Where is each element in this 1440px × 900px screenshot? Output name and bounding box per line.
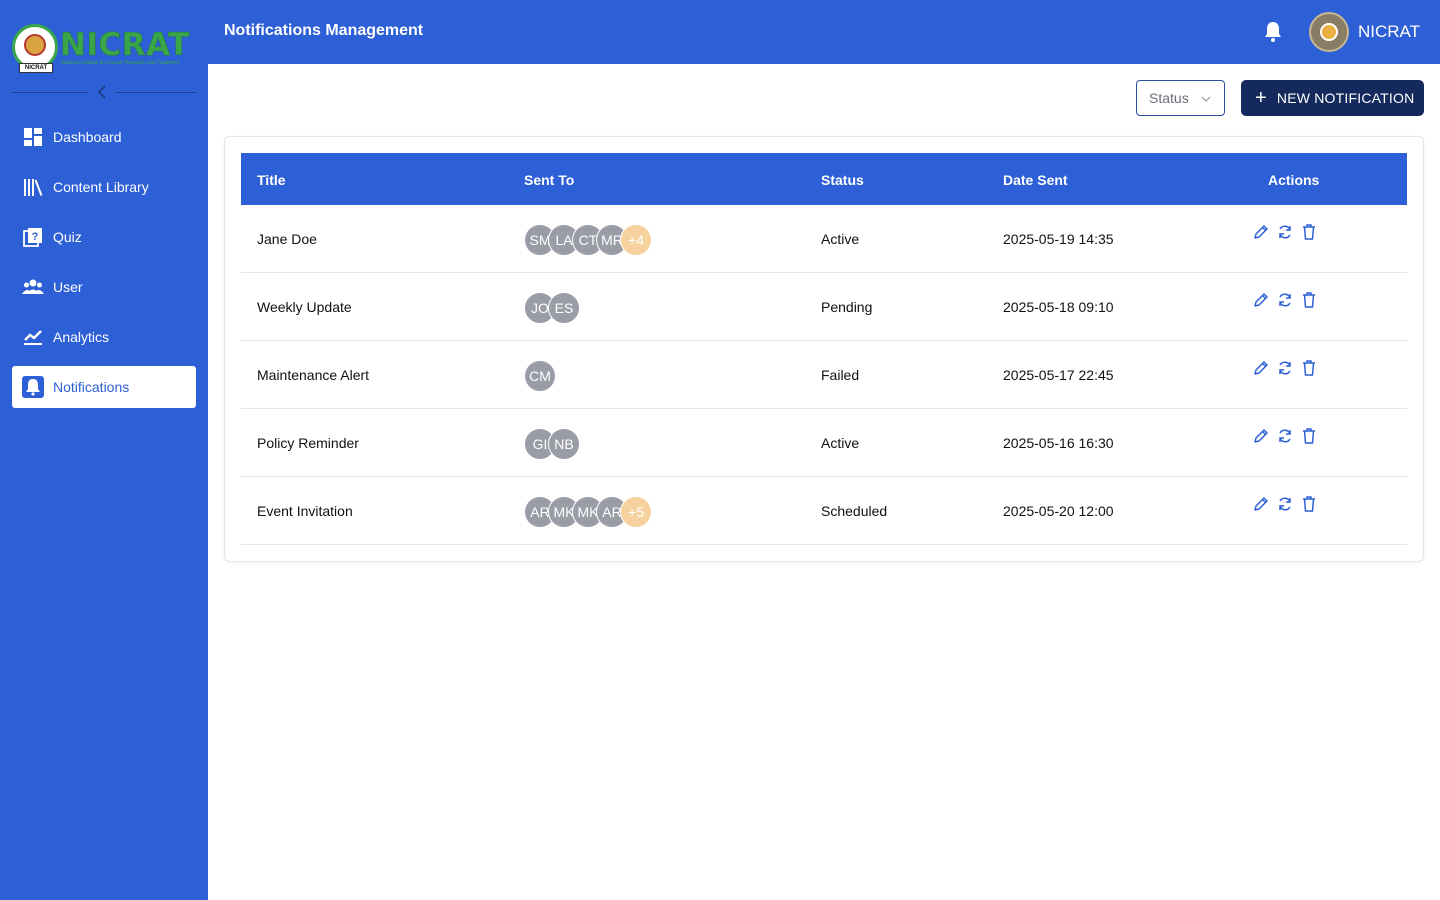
table-row[interactable]: Weekly Update JO ES Pending 2025-05-18 09… — [241, 273, 1407, 341]
plus-icon: + — [1255, 87, 1267, 109]
page-title: Notifications Management — [224, 22, 424, 39]
edit-icon[interactable] — [1252, 427, 1270, 445]
date-sent: 2025-05-20 12:00 — [1003, 503, 1114, 519]
library-icon — [22, 176, 44, 198]
sidebar-item-analytics[interactable]: Analytics — [12, 316, 196, 358]
new-notification-label: NEW NOTIFICATION — [1276, 90, 1415, 106]
recipient-avatar: NB — [548, 428, 580, 460]
sidebar-item-label: Notifications — [53, 379, 130, 395]
edit-icon[interactable] — [1252, 359, 1270, 377]
dashboard-icon — [22, 126, 44, 148]
table-row[interactable]: Event Invitation AR MK MK AR +5 Scheduled 20… — [241, 477, 1407, 545]
nicrat-emblem-icon: NICRAT — [12, 24, 58, 73]
sidebar-item-quiz[interactable]: ? Quiz — [12, 216, 196, 258]
status-text: Scheduled — [821, 503, 888, 519]
edit-icon[interactable] — [1252, 495, 1270, 513]
quiz-icon: ? — [22, 226, 44, 248]
date-sent: 2025-05-19 14:35 — [1003, 231, 1114, 247]
avatar[interactable] — [1309, 12, 1349, 52]
divider — [116, 92, 196, 93]
date-sent: 2025-05-16 16:30 — [1003, 435, 1114, 451]
status-text: Failed — [821, 367, 860, 383]
notification-title: Jane Doe — [257, 231, 317, 247]
status-text: Pending — [821, 299, 873, 315]
bell-icon — [22, 376, 44, 398]
column-header-date-sent: Date Sent — [1003, 172, 1068, 188]
resend-icon[interactable] — [1276, 291, 1294, 309]
notification-title: Weekly Update — [257, 299, 352, 315]
column-header-title: Title — [257, 172, 286, 188]
row-actions — [1252, 291, 1332, 313]
sidebar-item-label: User — [53, 279, 83, 295]
recipient-avatar: ES — [548, 292, 580, 324]
sidebar-item-content-library[interactable]: Content Library — [12, 166, 196, 208]
logo-tag: NICRAT — [19, 63, 53, 73]
row-actions — [1252, 427, 1332, 449]
bell-icon[interactable] — [1262, 20, 1284, 44]
edit-icon[interactable] — [1252, 291, 1270, 309]
chevron-left-icon[interactable] — [94, 82, 110, 102]
sidebar-item-label: Quiz — [53, 229, 82, 245]
status-filter-select[interactable]: Status — [1136, 80, 1225, 116]
delete-icon[interactable] — [1300, 427, 1318, 445]
column-header-sent-to: Sent To — [524, 172, 575, 188]
divider — [12, 92, 88, 93]
new-notification-button[interactable]: + NEW NOTIFICATION — [1241, 80, 1424, 116]
delete-icon[interactable] — [1300, 495, 1318, 513]
sidebar-item-user[interactable]: User — [12, 266, 196, 308]
delete-icon[interactable] — [1300, 359, 1318, 377]
table-row[interactable]: Policy Reminder GI NB Active 2025-05-16 1… — [241, 409, 1407, 477]
table-row[interactable]: Jane Doe SM LA CT MR +4 Active 2025-05-19 14… — [241, 205, 1407, 273]
sidebar-item-label: Dashboard — [53, 129, 122, 145]
notification-title: Maintenance Alert — [257, 367, 370, 383]
sidebar-item-label: Analytics — [53, 329, 110, 345]
resend-icon[interactable] — [1276, 495, 1294, 513]
sidebar-collapse-toggle[interactable] — [12, 82, 196, 102]
table-header: Title Sent To Status Date Sent Actions — [241, 153, 1407, 205]
status-filter-label: Status — [1149, 90, 1189, 106]
more-recipients-badge[interactable]: +5 — [620, 496, 652, 528]
date-sent: 2025-05-17 22:45 — [1003, 367, 1114, 383]
chevron-down-icon — [1201, 96, 1211, 102]
column-header-actions: Actions — [1268, 172, 1320, 188]
resend-icon[interactable] — [1276, 223, 1294, 241]
delete-icon[interactable] — [1300, 223, 1318, 241]
more-recipients-badge[interactable]: +4 — [620, 224, 652, 256]
notification-title: Event Invitation — [257, 503, 353, 519]
date-sent: 2025-05-18 09:10 — [1003, 299, 1114, 315]
notifications-card: Title Sent To Status Date Sent Actions J… — [224, 136, 1424, 562]
user-name[interactable]: NICRAT — [1358, 22, 1420, 42]
nicrat-logo[interactable]: NICRAT NICRAT National Institute for Can… — [12, 24, 198, 73]
sidebar-item-label: Content Library — [53, 179, 149, 195]
row-actions — [1252, 223, 1332, 245]
edit-icon[interactable] — [1252, 223, 1270, 241]
table-body: Jane Doe SM LA CT MR +4 Active 2025-05-19 14… — [241, 205, 1407, 545]
sidebar-item-dashboard[interactable]: Dashboard — [12, 116, 196, 158]
notification-title: Policy Reminder — [257, 435, 359, 451]
notifications-table: Title Sent To Status Date Sent Actions J… — [241, 153, 1407, 545]
logo-text: NICRAT — [60, 27, 190, 63]
svg-text:?: ? — [32, 231, 39, 243]
row-actions — [1252, 359, 1332, 381]
recipient-avatar: CM — [524, 360, 556, 392]
users-icon — [22, 276, 44, 298]
resend-icon[interactable] — [1276, 359, 1294, 377]
table-row[interactable]: Maintenance Alert CM Failed 2025-05-17 2… — [241, 341, 1407, 409]
sidebar: NICRAT NICRAT National Institute for Can… — [0, 0, 208, 900]
analytics-icon — [22, 326, 44, 348]
resend-icon[interactable] — [1276, 427, 1294, 445]
logo-subtitle: National Institute for Cancer Research a… — [61, 60, 180, 66]
column-header-status: Status — [821, 172, 864, 188]
row-actions — [1252, 495, 1332, 517]
top-bar: Notifications Management NICRAT — [208, 0, 1440, 64]
delete-icon[interactable] — [1300, 291, 1318, 309]
status-text: Active — [821, 435, 860, 451]
status-text: Active — [821, 231, 860, 247]
sidebar-item-notifications[interactable]: Notifications — [12, 366, 196, 408]
